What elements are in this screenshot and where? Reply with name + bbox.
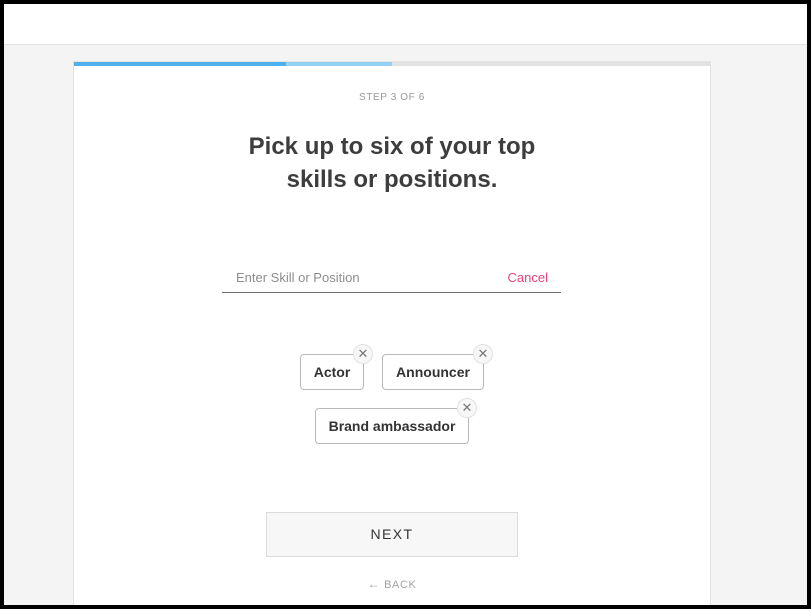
skill-tag-label: Announcer (396, 364, 470, 380)
close-icon[interactable]: ✕ (457, 398, 477, 418)
skill-search-row: Cancel (222, 264, 561, 293)
skill-tag-brand-ambassador[interactable]: Brand ambassador ✕ (315, 398, 477, 444)
arrow-left-icon: ← (367, 577, 381, 591)
page-title-line-1: Pick up to six of your top (248, 133, 536, 160)
top-navigation-bar (4, 4, 807, 45)
skill-tag-label: Actor (313, 364, 351, 380)
back-label: BACK (384, 579, 417, 591)
skill-tag-label: Brand ambassador (328, 418, 456, 434)
close-icon[interactable]: ✕ (353, 344, 373, 364)
close-icon[interactable]: ✕ (473, 344, 493, 364)
skill-tag-actor[interactable]: Actor ✕ (300, 344, 373, 390)
step-indicator: STEP 3 OF 6 (359, 92, 425, 103)
next-button[interactable]: NEXT (266, 512, 518, 557)
progress-bar-current-step (286, 62, 392, 66)
cancel-button[interactable]: Cancel (508, 270, 548, 285)
back-button[interactable]: ← BACK (74, 577, 710, 591)
onboarding-card: STEP 3 OF 6 Pick up to six of your top s… (73, 61, 711, 605)
skill-search-input[interactable] (222, 264, 496, 290)
progress-bar-completed (74, 62, 286, 66)
page-title: Pick up to six of your top skills or pos… (74, 130, 710, 196)
skill-tag-announcer[interactable]: Announcer ✕ (382, 344, 493, 390)
app-viewport: STEP 3 OF 6 Pick up to six of your top s… (4, 4, 807, 605)
progress-bar (74, 62, 710, 66)
page-title-line-2: skills or positions. (286, 166, 498, 193)
